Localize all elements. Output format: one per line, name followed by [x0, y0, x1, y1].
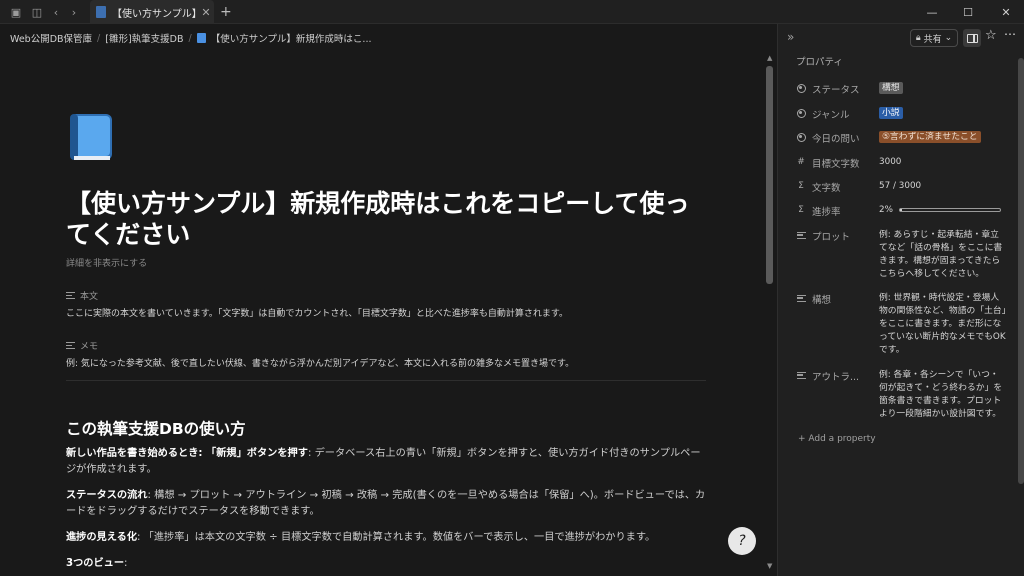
- field-label-text: 本文: [80, 292, 99, 302]
- scroll-down-arrow-icon[interactable]: ▼: [767, 562, 772, 570]
- property-label: 進捗率: [812, 207, 841, 218]
- property-label: 文字数: [812, 183, 841, 194]
- progress-bar: [898, 207, 1001, 212]
- app-icon[interactable]: ▣: [8, 4, 24, 20]
- select-icon: [796, 132, 806, 142]
- property-value[interactable]: 2%: [879, 204, 1007, 217]
- properties-panel: » 🔒︎ 共有 ⌄ ☆ ⋯ プロパティ ステータス 構想 ジャンル 小説 今日の…: [777, 24, 1024, 576]
- panel-layout-icon: [966, 33, 978, 43]
- breadcrumb-separator: /: [188, 32, 192, 44]
- close-window-icon[interactable]: ✕: [988, 0, 1024, 24]
- paragraph-body: : 構想 → プロット → アウトライン → 初稿 → 改稿 → 完成(書くのを…: [66, 490, 706, 517]
- property-value[interactable]: ⑤言わずに済ませたこと: [879, 131, 1007, 144]
- paragraph: 新しい作品を書き始めるとき: 「新規」ボタンを押す: データベース右上の青い「新…: [66, 446, 706, 478]
- section-heading: この執筆支援DBの使い方: [66, 420, 246, 438]
- property-value[interactable]: 例: 各章・各シーンで「いつ・何が起きて・どう終わるか」を箇条書きで書きます。プ…: [879, 369, 1007, 421]
- page-title[interactable]: 【使い方サンプル】新規作成時はこれをコピーして使ってください: [66, 188, 706, 250]
- scroll-up-arrow-icon[interactable]: ▲: [767, 54, 772, 62]
- property-label: プロット: [812, 232, 851, 243]
- property-value[interactable]: 小説: [879, 107, 1007, 120]
- panel-toolbar: » 🔒︎ 共有 ⌄ ☆ ⋯: [778, 24, 1024, 52]
- field-label-memo: メモ: [66, 339, 98, 352]
- more-options-icon[interactable]: ⋯: [1004, 27, 1016, 41]
- minimize-icon[interactable]: —: [914, 0, 950, 24]
- properties-heading: プロパティ: [796, 57, 843, 68]
- property-label: ステータス: [812, 85, 860, 96]
- breadcrumb: Web公開DB保管庫 / [雛形]執筆支援DB / 【使い方サンプル】新規作成時…: [10, 30, 371, 46]
- status-icon: [796, 83, 806, 93]
- paragraph-lead: 3つのビュー: [66, 558, 125, 569]
- select-icon: [796, 108, 806, 118]
- property-label: 目標文字数: [812, 159, 860, 170]
- formula-icon: Σ: [798, 205, 804, 215]
- paragraph: 3つのビュー:: [66, 556, 706, 572]
- genre-tag: 小説: [879, 107, 903, 119]
- number-icon: #: [797, 157, 805, 167]
- panel-scrollbar[interactable]: [1018, 58, 1024, 484]
- property-label: 構想: [812, 295, 832, 306]
- paragraph: ステータスの流れ: 構想 → プロット → アウトライン → 初稿 → 改稿 →…: [66, 488, 706, 520]
- text-lines-icon: [796, 370, 806, 380]
- title-bar: ▣ ◫ ‹ › 【使い方サンプル】新… ✕ + — ☐ ✕: [0, 0, 1024, 24]
- field-value-body[interactable]: ここに実際の本文を書いていきます。「文字数」は自動でカウントされ、「目標文字数」…: [66, 306, 568, 319]
- favorite-star-icon[interactable]: ☆: [985, 28, 997, 43]
- breadcrumb-item-root[interactable]: Web公開DB保管庫: [10, 31, 92, 45]
- breadcrumb-item-db[interactable]: [雛形]執筆支援DB: [105, 31, 183, 45]
- field-label-text: メモ: [80, 342, 99, 352]
- breadcrumb-item-page[interactable]: 【使い方サンプル】新規作成時はこ...: [211, 31, 372, 45]
- status-tag: 構想: [879, 82, 903, 94]
- property-value[interactable]: 例: あらすじ・起承転結・章立てなど「話の骨格」をここに書きます。構想が固まって…: [879, 229, 1007, 281]
- question-tag: ⑤言わずに済ませたこと: [879, 131, 981, 143]
- property-value[interactable]: 3000: [879, 156, 1007, 169]
- book-icon: [196, 33, 206, 43]
- browser-tab[interactable]: 【使い方サンプル】新… ✕: [90, 0, 214, 24]
- property-value[interactable]: 例: 世界観・時代設定・登場人物の関係性など、物語の「土台」をここに書きます。ま…: [879, 292, 1007, 357]
- paragraph: 進捗の見える化: 「進捗率」は本文の文字数 ÷ 目標文字数で自動計算されます。数…: [66, 530, 706, 546]
- paragraph-lead: ステータスの流れ: [66, 490, 148, 501]
- property-label: ジャンル: [812, 110, 850, 121]
- hide-details-link[interactable]: 詳細を非表示にする: [66, 256, 147, 269]
- layout-toggle-button[interactable]: [963, 29, 981, 47]
- breadcrumb-separator: /: [97, 32, 101, 44]
- progress-text: 2%: [879, 205, 893, 215]
- field-label-body: 本文: [66, 289, 98, 302]
- text-lines-icon: [66, 292, 75, 299]
- tab-title: 【使い方サンプル】新…: [112, 8, 198, 20]
- forward-icon[interactable]: ›: [66, 4, 82, 20]
- text-lines-icon: [66, 342, 75, 349]
- property-value[interactable]: 57 / 3000: [879, 180, 1007, 193]
- sidebar-toggle-icon[interactable]: ◫: [29, 4, 45, 20]
- paragraph-body: :: [124, 558, 128, 569]
- page-book-icon[interactable]: [66, 112, 116, 164]
- field-value-memo[interactable]: 例: 気になった参考文献、後で直したい伏線、書きながら浮かんだ別アイデアなど、本…: [66, 356, 574, 369]
- progress-fill: [899, 208, 902, 211]
- divider: [66, 380, 706, 381]
- text-lines-icon: [796, 293, 806, 303]
- chevron-down-icon: ⌄: [944, 33, 953, 43]
- formula-icon: Σ: [798, 181, 804, 191]
- paragraph-lead: 新しい作品を書き始めるとき: 「新規」ボタンを押す: [66, 448, 308, 459]
- paragraph-body: : 「進捗率」は本文の文字数 ÷ 目標文字数で自動計算されます。数値をバーで表示…: [137, 532, 656, 543]
- paragraph-lead: 進捗の見える化: [66, 532, 138, 543]
- add-property-button[interactable]: + Add a property: [798, 434, 876, 444]
- property-label: アウトラ...: [812, 372, 860, 383]
- maximize-icon[interactable]: ☐: [950, 0, 986, 24]
- share-button[interactable]: 🔒︎ 共有 ⌄: [910, 29, 958, 47]
- book-icon: [96, 6, 106, 18]
- lock-icon: 🔒︎: [915, 33, 921, 43]
- close-tab-icon[interactable]: ✕: [198, 6, 214, 19]
- collapse-panel-icon[interactable]: »: [787, 30, 794, 44]
- main-scrollbar[interactable]: [766, 66, 773, 284]
- text-lines-icon: [796, 230, 806, 240]
- property-label: 今日の問い: [812, 134, 860, 145]
- new-tab-icon[interactable]: +: [220, 4, 232, 20]
- share-label: 共有: [923, 34, 942, 45]
- property-value[interactable]: 構想: [879, 82, 1007, 95]
- help-button[interactable]: ?: [728, 527, 756, 555]
- back-icon[interactable]: ‹: [48, 4, 64, 20]
